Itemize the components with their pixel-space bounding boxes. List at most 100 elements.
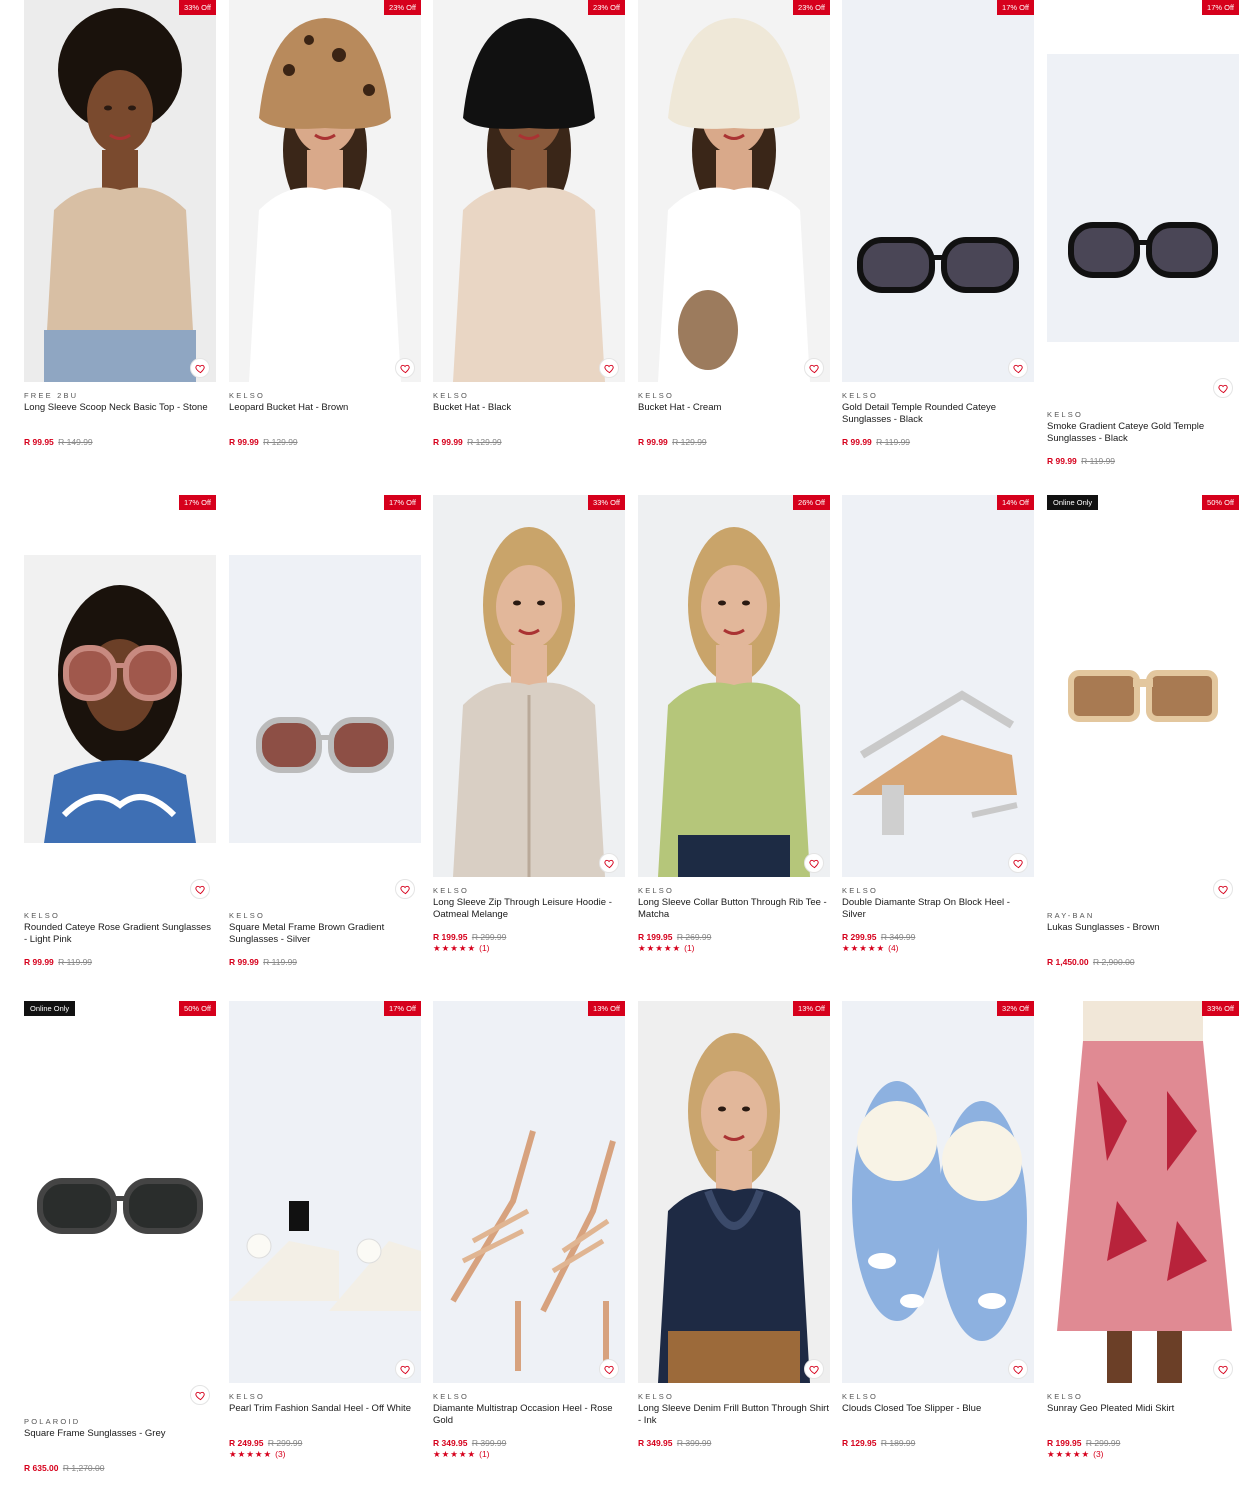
product-card[interactable]: 23% Off KELSO Bucket Hat - Black R 99.99…: [433, 0, 625, 480]
product-name[interactable]: Lukas Sunglasses - Brown: [1047, 922, 1239, 946]
product-card[interactable]: 33% Off KELSO Sunray Geo Pleated Midi Sk…: [1047, 1001, 1239, 1481]
product-card[interactable]: Online Only 50% Off RAY-BAN Lukas Sungla…: [1047, 495, 1239, 975]
product-was-price: R 129.99: [672, 437, 707, 447]
product-name[interactable]: Sunray Geo Pleated Midi Skirt: [1047, 1403, 1239, 1427]
product-card[interactable]: 17% Off KELSO Rounded Cateye Rose Gradie…: [24, 495, 216, 975]
product-name[interactable]: Long Sleeve Denim Frill Button Through S…: [638, 1403, 830, 1427]
product-name[interactable]: Double Diamante Strap On Block Heel - Si…: [842, 897, 1034, 921]
product-image[interactable]: [842, 0, 1034, 382]
product-card[interactable]: Online Only 50% Off POLAROID Square Fram…: [24, 1001, 216, 1481]
discount-badge: 33% Off: [179, 0, 216, 15]
product-name[interactable]: Long Sleeve Zip Through Leisure Hoodie -…: [433, 897, 625, 921]
wishlist-heart-icon[interactable]: [1008, 1359, 1028, 1379]
product-brand: KELSO: [638, 391, 675, 400]
product-card[interactable]: 33% Off KELSO Long Sleeve Zip Through Le…: [433, 495, 625, 975]
product-was-price: R 129.99: [467, 437, 502, 447]
product-image[interactable]: [229, 1001, 421, 1383]
product-price: R 99.99: [229, 437, 259, 447]
product-name[interactable]: Long Sleeve Scoop Neck Basic Top - Stone: [24, 402, 216, 426]
discount-badge: 50% Off: [1202, 495, 1239, 510]
wishlist-heart-icon[interactable]: [1008, 853, 1028, 873]
product-card[interactable]: 17% Off KELSO Square Metal Frame Brown G…: [229, 495, 421, 975]
rating-count[interactable]: (3): [1093, 1449, 1103, 1459]
product-image[interactable]: [1047, 1001, 1239, 1383]
wishlist-heart-icon[interactable]: [804, 358, 824, 378]
rating-count[interactable]: (1): [479, 943, 489, 953]
product-card[interactable]: 33% Off FREE 2BU Long Sleeve Scoop Neck …: [24, 0, 216, 480]
product-name[interactable]: Clouds Closed Toe Slipper - Blue: [842, 1403, 1034, 1427]
product-image[interactable]: [638, 1001, 830, 1383]
product-name[interactable]: Pearl Trim Fashion Sandal Heel - Off Whi…: [229, 1403, 421, 1427]
product-card[interactable]: 13% Off KELSO Long Sleeve Denim Frill Bu…: [638, 1001, 830, 1481]
product-was-price: R 119.99: [263, 957, 298, 967]
product-image[interactable]: [433, 495, 625, 877]
discount-badge: 17% Off: [1202, 0, 1239, 15]
product-price: R 199.95: [433, 932, 468, 942]
product-card[interactable]: 23% Off KELSO Bucket Hat - Cream R 99.99…: [638, 0, 830, 480]
product-name[interactable]: Smoke Gradient Cateye Gold Temple Sungla…: [1047, 421, 1239, 445]
rating-count[interactable]: (4): [888, 943, 898, 953]
product-brand: KELSO: [842, 391, 879, 400]
product-image[interactable]: [229, 0, 421, 382]
product-name[interactable]: Bucket Hat - Cream: [638, 402, 830, 426]
wishlist-heart-icon[interactable]: [395, 879, 415, 899]
product-card[interactable]: 32% Off KELSO Clouds Closed Toe Slipper …: [842, 1001, 1034, 1481]
product-card[interactable]: 13% Off KELSO Diamante Multistrap Occasi…: [433, 1001, 625, 1481]
product-card[interactable]: 14% Off KELSO Double Diamante Strap On B…: [842, 495, 1034, 975]
product-image[interactable]: [638, 495, 830, 877]
product-image[interactable]: [229, 555, 421, 843]
wishlist-heart-icon[interactable]: [1213, 879, 1233, 899]
product-image[interactable]: [842, 495, 1034, 877]
product-image[interactable]: [24, 1061, 216, 1349]
product-brand: KELSO: [229, 391, 266, 400]
product-image[interactable]: [24, 555, 216, 843]
wishlist-heart-icon[interactable]: [190, 879, 210, 899]
product-name[interactable]: Leopard Bucket Hat - Brown: [229, 402, 421, 426]
wishlist-heart-icon[interactable]: [599, 853, 619, 873]
product-was-price: R 299.99: [471, 932, 507, 942]
product-was-price: R 189.99: [880, 1438, 916, 1448]
wishlist-heart-icon[interactable]: [395, 1359, 415, 1379]
wishlist-heart-icon[interactable]: [190, 358, 210, 378]
discount-badge: 33% Off: [588, 495, 625, 510]
rating-count[interactable]: (1): [479, 1449, 489, 1459]
product-name[interactable]: Diamante Multistrap Occasion Heel - Rose…: [433, 1403, 625, 1427]
wishlist-heart-icon[interactable]: [1213, 378, 1233, 398]
product-name[interactable]: Square Metal Frame Brown Gradient Sungla…: [229, 922, 421, 946]
wishlist-heart-icon[interactable]: [804, 1359, 824, 1379]
product-card[interactable]: 17% Off KELSO Gold Detail Temple Rounded…: [842, 0, 1034, 480]
product-card[interactable]: 23% Off KELSO Leopard Bucket Hat - Brown…: [229, 0, 421, 480]
product-image[interactable]: [433, 1001, 625, 1383]
product-price: R 99.95: [24, 437, 54, 447]
online-only-badge: Online Only: [24, 1001, 76, 1016]
product-card[interactable]: 17% Off KELSO Smoke Gradient Cateye Gold…: [1047, 0, 1239, 480]
product-name[interactable]: Gold Detail Temple Rounded Cateye Sungla…: [842, 402, 1034, 426]
product-image[interactable]: [433, 0, 625, 382]
product-price: R 129.95: [842, 1438, 877, 1448]
discount-badge: 13% Off: [588, 1001, 625, 1016]
wishlist-heart-icon[interactable]: [804, 853, 824, 873]
discount-badge: 50% Off: [179, 1001, 216, 1016]
product-card[interactable]: 17% Off KELSO Pearl Trim Fashion Sandal …: [229, 1001, 421, 1481]
wishlist-heart-icon[interactable]: [395, 358, 415, 378]
rating-count[interactable]: (1): [684, 943, 694, 953]
product-name[interactable]: Bucket Hat - Black: [433, 402, 625, 426]
wishlist-heart-icon[interactable]: [599, 1359, 619, 1379]
product-card[interactable]: 26% Off KELSO Long Sleeve Collar Button …: [638, 495, 830, 975]
wishlist-heart-icon[interactable]: [1213, 1359, 1233, 1379]
rating-count[interactable]: (3): [275, 1449, 285, 1459]
product-image[interactable]: [24, 0, 216, 382]
product-brand: KELSO: [1047, 1392, 1084, 1401]
product-was-price: R 299.99: [267, 1438, 303, 1448]
product-image[interactable]: [842, 1001, 1034, 1383]
product-name[interactable]: Rounded Cateye Rose Gradient Sunglasses …: [24, 922, 216, 946]
wishlist-heart-icon[interactable]: [599, 358, 619, 378]
wishlist-heart-icon[interactable]: [1008, 358, 1028, 378]
product-name[interactable]: Square Frame Sunglasses - Grey: [24, 1428, 216, 1452]
product-price: R 199.95: [638, 932, 673, 942]
product-image[interactable]: [1047, 54, 1239, 342]
wishlist-heart-icon[interactable]: [190, 1385, 210, 1405]
product-name[interactable]: Long Sleeve Collar Button Through Rib Te…: [638, 897, 830, 921]
product-image[interactable]: [1047, 555, 1239, 843]
product-image[interactable]: [638, 0, 830, 382]
